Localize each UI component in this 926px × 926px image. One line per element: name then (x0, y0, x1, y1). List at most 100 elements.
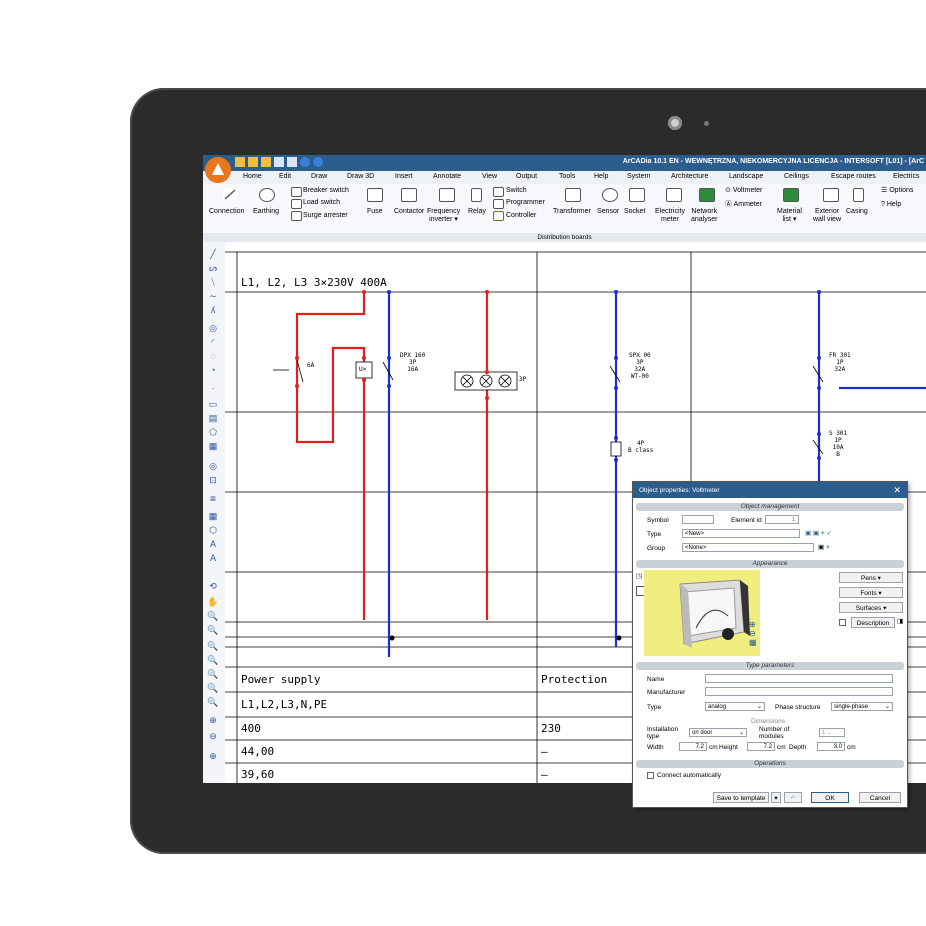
redo-icon[interactable] (313, 157, 323, 167)
casing-button[interactable]: Casing (846, 208, 868, 216)
surfaces-button[interactable]: Surfaces ▾ (839, 602, 903, 613)
table-tool-icon[interactable]: ▦ (207, 442, 219, 451)
menu-view[interactable]: View (482, 173, 497, 180)
menu-draw[interactable]: Draw (311, 173, 327, 180)
arc-circle-tool-icon[interactable]: ◜ (207, 338, 219, 347)
menu-ceilings[interactable]: Ceilings (784, 173, 809, 180)
connect-auto-checkbox[interactable] (647, 772, 654, 779)
description-button[interactable]: Description (851, 617, 895, 628)
zoom-scale-icon[interactable]: 🔍 (207, 670, 219, 679)
redraw-icon[interactable]: ⟲ (207, 582, 219, 591)
programmer-button[interactable]: Programmer (506, 199, 545, 207)
menu-tools[interactable]: Tools (559, 173, 575, 180)
section-operations[interactable]: Operations (636, 760, 904, 768)
voltmeter-button[interactable]: ⊙ Voltmeter (725, 187, 762, 195)
menu-annotate[interactable]: Annotate (433, 173, 461, 180)
menu-escape-routes[interactable]: Escape routes (831, 173, 876, 180)
section-type-parameters[interactable]: Type parameters (636, 662, 904, 670)
zoom-realtime-icon[interactable]: 🔍 (207, 612, 219, 621)
surge-arrester-button[interactable]: Surge arrester (303, 212, 348, 220)
exterior-wall-view-button[interactable]: Exterior wall view (813, 208, 841, 224)
sensor-button[interactable]: Sensor (597, 208, 619, 216)
zoom-in-icon[interactable]: ⊕ (207, 716, 219, 725)
zoom-extents-icon[interactable]: ⊕ (207, 752, 219, 761)
insert-block-icon[interactable]: ⊡ (207, 476, 219, 485)
add-group-icon[interactable]: ▣ + (818, 543, 830, 551)
name-field[interactable] (705, 674, 893, 683)
connection-button[interactable]: Connection (209, 208, 244, 216)
network-analyser-button[interactable]: Network analyser (691, 208, 717, 224)
description-checkbox[interactable] (839, 619, 846, 626)
type-select[interactable]: <New> (682, 529, 800, 538)
undo-icon[interactable] (300, 157, 310, 167)
text-tool-icon[interactable]: A (207, 540, 219, 549)
polyline-tool-icon[interactable]: ᔕ (207, 264, 219, 273)
pens-button[interactable]: Pens ▾ (839, 572, 903, 583)
pan-icon[interactable]: ✋ (207, 598, 219, 607)
print-icon[interactable] (287, 157, 297, 167)
target-tool-icon[interactable]: ◎ (207, 462, 219, 471)
hatch-tool-icon[interactable]: ▤ (207, 414, 219, 423)
transformer-button[interactable]: Transformer (553, 208, 591, 216)
width-field[interactable]: 7.2 (679, 742, 707, 751)
relay-button[interactable]: Relay (468, 208, 486, 216)
symbol-field[interactable] (682, 515, 714, 524)
menu-architecture[interactable]: Architecture (671, 173, 708, 180)
block-tool-icon[interactable]: ⧈ (207, 494, 219, 503)
menu-home[interactable]: Home (243, 173, 262, 180)
menu-insert[interactable]: Insert (395, 173, 413, 180)
group-select[interactable]: <None> (682, 543, 814, 552)
menu-draw3d[interactable]: Draw 3D (347, 173, 374, 180)
spline-tool-icon[interactable]: ʎ (207, 306, 219, 315)
line-tool-icon[interactable]: ╱ (207, 250, 219, 259)
zoom-preview-icon[interactable]: ⊕ ⊖ ▦ (749, 620, 757, 647)
frequency-inverter-button[interactable]: Frequency inverter ▾ (427, 208, 460, 224)
electricity-meter-button[interactable]: Electricity meter (655, 208, 685, 224)
region-tool-icon[interactable]: ⬠ (207, 428, 219, 437)
open-icon[interactable] (248, 157, 258, 167)
cancel-button[interactable]: Cancel (859, 792, 901, 803)
ok-button[interactable]: OK (811, 792, 849, 803)
fonts-button[interactable]: Fonts ▾ (839, 587, 903, 598)
phase-structure-select[interactable]: single-phase ⌄ (831, 702, 893, 711)
element-id-field[interactable]: 1 (765, 515, 799, 524)
zoom-previous-icon[interactable]: 🔍 (207, 626, 219, 635)
rectangle-tool-icon[interactable]: ▭ (207, 400, 219, 409)
point-tool-icon[interactable]: · (207, 384, 219, 393)
close-icon[interactable]: ✕ (893, 485, 901, 496)
manufacturer-field[interactable] (705, 687, 893, 696)
save-icon[interactable] (274, 157, 284, 167)
menu-edit[interactable]: Edit (279, 173, 291, 180)
installation-type-select[interactable]: on door ⌄ (689, 728, 747, 737)
zoom-center-icon[interactable]: 🔍 (207, 684, 219, 693)
grid-tool-icon[interactable]: ▦ (207, 512, 219, 521)
undo-dialog-icon[interactable]: ↶ (784, 792, 802, 803)
param-type-select[interactable]: analog ⌄ (705, 702, 765, 711)
help-button[interactable]: ? Help (881, 201, 901, 209)
section-object-management[interactable]: Object management (636, 503, 904, 511)
section-appearance[interactable]: Appearance (636, 560, 904, 568)
menu-landscape[interactable]: Landscape (729, 173, 763, 180)
zoom-out-icon[interactable]: ⊖ (207, 732, 219, 741)
multiline-text-icon[interactable]: A (207, 554, 219, 563)
menu-help[interactable]: Help (594, 173, 608, 180)
wall-tool-icon[interactable]: ⧹ (207, 278, 219, 287)
type-buttons-icon[interactable]: ▣ ▣ + ✓ (805, 529, 832, 537)
earthing-button[interactable]: Earthing (253, 208, 279, 216)
edit-icon[interactable] (261, 157, 271, 167)
ellipse-tool-icon[interactable]: ◌ (207, 352, 219, 361)
zoom-window-icon[interactable]: 🔍 (207, 642, 219, 651)
options-button[interactable]: ☰ Options (881, 187, 913, 195)
modules-field[interactable]: 1 ⌄ (819, 728, 845, 737)
hexagon-tool-icon[interactable]: ⬡ (207, 526, 219, 535)
controller-button[interactable]: Controller (506, 212, 536, 220)
save-to-template-button[interactable]: Save to template (713, 792, 769, 803)
menu-system[interactable]: System (627, 173, 650, 180)
menu-electrics[interactable]: Electrics (893, 173, 919, 180)
circle-tool-icon[interactable]: ◎ (207, 324, 219, 333)
description-settings-icon[interactable]: ◨ (897, 617, 903, 625)
switch-button[interactable]: Switch (506, 187, 527, 195)
menu-output[interactable]: Output (516, 173, 537, 180)
depth-field[interactable]: 3.0 (817, 742, 845, 751)
zoom-dynamic-icon[interactable]: 🔍 (207, 656, 219, 665)
